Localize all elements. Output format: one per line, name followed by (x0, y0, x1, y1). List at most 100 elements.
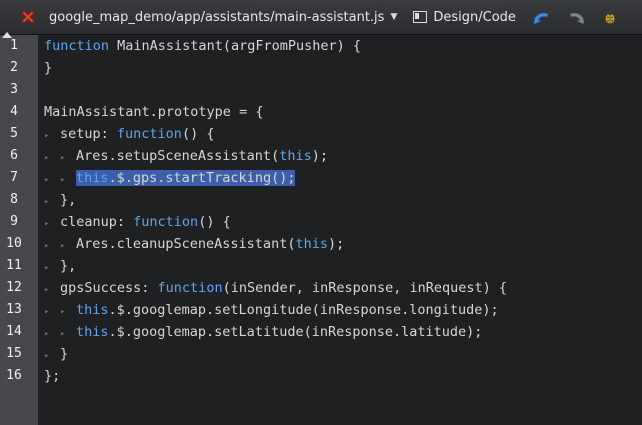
design-code-toggle[interactable]: Design/Code (413, 10, 516, 25)
code-text: }, (60, 258, 76, 274)
indent-marker-icon: ▸ (44, 175, 50, 185)
indent-marker-icon: ▸ (44, 329, 50, 339)
line-number: 8 (10, 192, 18, 207)
code-line[interactable]: ▸}, (44, 255, 76, 277)
code-keyword: function (157, 280, 223, 296)
line-number: 7 (10, 170, 18, 185)
line-number-gutter: 1 2 3 4 5 6 7 8 9 10 11 12 13 14 15 16 (0, 32, 38, 425)
code-keyword: this (76, 170, 109, 186)
indent-marker-icon: ▸ (60, 329, 66, 339)
code-text: function MainAssistant(argFromPusher) { (44, 38, 361, 54)
close-file-button[interactable] (19, 8, 37, 26)
indent-marker-icon: ▸ (60, 175, 66, 185)
code-token: }, (60, 192, 77, 208)
indent-marker-icon: ▸ (44, 351, 50, 361)
code-keyword: this (295, 236, 328, 252)
back-arrow-icon (533, 12, 549, 25)
debug-button[interactable] (600, 7, 620, 27)
code-line[interactable]: ▸}, (44, 189, 76, 211)
line-number: 12 (6, 280, 22, 295)
code-token: } (44, 60, 53, 76)
code-line[interactable]: ▸ ▸ Ares.cleanupSceneAssistant(this); (44, 233, 344, 255)
line-number: 13 (6, 302, 22, 317)
chevron-down-icon[interactable]: ▼ (390, 12, 397, 22)
code-text: this.$.googlemap.setLatitude(inResponse.… (76, 324, 482, 340)
code-line[interactable]: MainAssistant.prototype = { (44, 101, 263, 123)
design-code-label: Design/Code (433, 9, 516, 25)
code-token: () { (198, 214, 231, 230)
code-editor[interactable]: 1 2 3 4 5 6 7 8 9 10 11 12 13 14 15 16 function MainAss… (0, 32, 642, 425)
indent-marker-icon: ▸ (44, 197, 50, 207)
forward-button[interactable] (566, 7, 586, 27)
code-text: Ares.setupSceneAssistant(this); (76, 148, 328, 164)
file-path: google_map_demo/app/assistants/main-assi… (49, 9, 385, 25)
code-keyword: this (76, 302, 109, 318)
code-token: .$.gps.startTracking(); (108, 170, 296, 186)
line-number: 15 (6, 346, 22, 361)
code-token: Ares.setupSceneAssistant( (76, 148, 280, 164)
code-text: gpsSuccess: function(inSender, inRespons… (60, 280, 507, 296)
code-text: } (44, 60, 52, 76)
design-code-icon (413, 11, 428, 23)
code-text: this.$.googlemap.setLongitude(inResponse… (76, 302, 499, 318)
indent-marker-icon: ▸ (60, 307, 66, 317)
indent-marker-icon: ▸ (60, 153, 66, 163)
code-token: MainAssistant(argFromPusher) { (109, 38, 361, 54)
code-text: setup: function() { (60, 126, 214, 142)
code-line[interactable]: function MainAssistant(argFromPusher) { (44, 35, 361, 57)
back-button[interactable] (532, 7, 552, 27)
code-token: () { (181, 126, 215, 142)
code-line[interactable]: } (44, 57, 52, 79)
code-token: setup: (60, 126, 117, 142)
line-number: 1 (10, 38, 18, 53)
line-number: 11 (6, 258, 22, 273)
indent-marker-icon: ▸ (44, 153, 50, 163)
code-line[interactable]: ▸ ▸ this.$.googlemap.setLongitude(inRespon… (44, 299, 499, 321)
code-token: cleanup: (60, 214, 134, 230)
code-text: }; (44, 368, 60, 384)
selected-text: this.$.gps.startTracking(); (76, 170, 296, 186)
code-line[interactable]: ▸ setup: function() { (44, 123, 214, 145)
indent-marker-icon: ▸ (44, 307, 50, 317)
code-token: }; (44, 368, 61, 384)
line-number: 6 (10, 148, 18, 163)
indent-marker-icon: ▸ (44, 285, 50, 295)
code-text: cleanup: function() { (60, 214, 231, 230)
code-text: Ares.cleanupSceneAssistant(this); (76, 236, 344, 252)
indent-marker-icon: ▸ (44, 241, 50, 251)
line-number: 5 (10, 126, 18, 141)
code-line[interactable]: ▸ ▸ Ares.setupSceneAssistant(this); (44, 145, 328, 167)
code-line[interactable]: ▸ ▸ this.$.gps.startTracking(); (44, 167, 296, 189)
line-number: 3 (10, 82, 18, 97)
code-token: ); (327, 236, 345, 252)
code-token: gpsSuccess: (60, 280, 158, 296)
indent-marker-icon: ▸ (60, 241, 66, 251)
code-keyword: function (44, 38, 110, 54)
code-text: } (60, 346, 68, 362)
code-token: Ares.cleanupSceneAssistant( (76, 236, 296, 252)
line-number: 4 (10, 104, 18, 119)
bug-icon (602, 10, 618, 24)
code-keyword: this (76, 324, 109, 340)
line-number: 2 (10, 60, 18, 75)
code-token: (inSender, inResponse, inRequest) { (222, 280, 508, 296)
code-token: } (60, 346, 69, 362)
code-line[interactable]: }; (44, 365, 60, 387)
line-number: 16 (6, 368, 22, 383)
code-keyword: this (279, 148, 312, 164)
code-token: }, (60, 258, 77, 274)
close-icon (21, 10, 35, 24)
line-number: 9 (10, 214, 18, 229)
indent-marker-icon: ▸ (44, 263, 50, 273)
code-line[interactable]: ▸ ▸ this.$.googlemap.setLatitude(inRespons… (44, 321, 482, 343)
code-text: }, (60, 192, 76, 208)
indent-marker-icon: ▸ (44, 131, 50, 141)
editor-toolbar: google_map_demo/app/assistants/main-assi… (0, 0, 642, 35)
line-number: 10 (6, 236, 22, 251)
indent-marker-icon: ▸ (44, 219, 50, 229)
code-line[interactable]: ▸} (44, 343, 68, 365)
code-line[interactable]: ▸ gpsSuccess: function(inSender, inRespon… (44, 277, 507, 299)
code-line[interactable]: ▸ cleanup: function() { (44, 211, 231, 233)
code-token: .$.googlemap.setLatitude(inResponse.lati… (108, 324, 483, 340)
code-keyword: function (133, 214, 199, 230)
